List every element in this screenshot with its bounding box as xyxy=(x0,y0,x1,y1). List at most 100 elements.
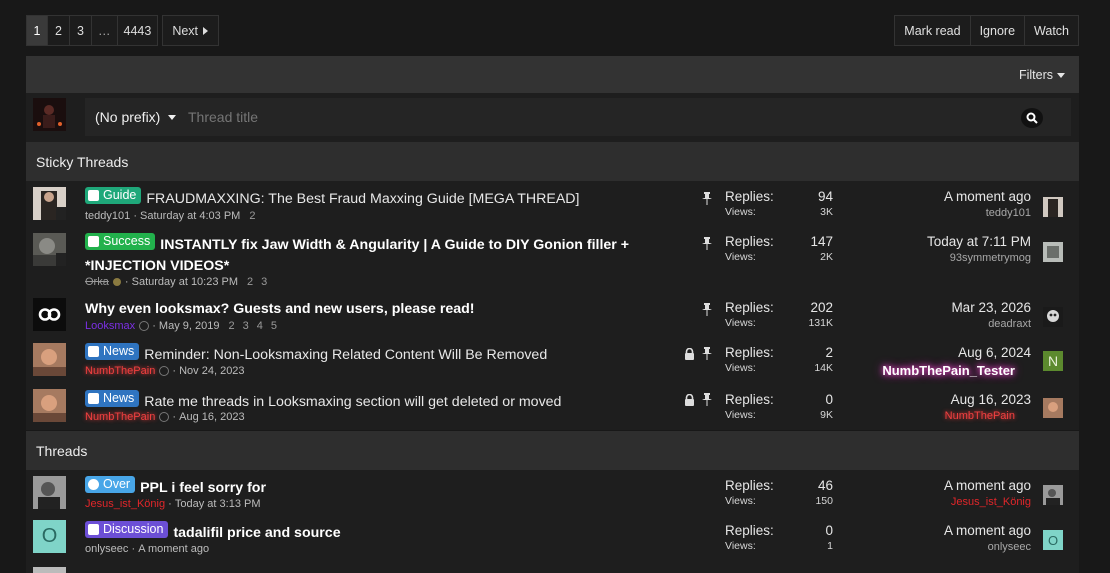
chat-icon xyxy=(88,524,99,535)
author-avatar[interactable] xyxy=(33,298,66,331)
mark-read-button[interactable]: Mark read xyxy=(894,15,971,46)
last-post-user[interactable]: 93symmetrymog xyxy=(927,252,1031,264)
last-post-user[interactable]: NumbThePain xyxy=(945,410,1015,422)
author-link[interactable]: NumbThePain xyxy=(85,411,155,423)
next-page-button[interactable]: Next xyxy=(162,15,220,46)
page-2-button[interactable]: 2 xyxy=(48,15,70,46)
thread-date[interactable]: Today at 3:13 PM xyxy=(175,498,261,510)
last-post-user[interactable]: Jesus_ist_König xyxy=(944,496,1031,508)
page-link[interactable]: 4 xyxy=(257,320,263,332)
page-3-button[interactable]: 3 xyxy=(70,15,92,46)
watch-button[interactable]: Watch xyxy=(1025,15,1079,46)
author-link[interactable]: teddy101 xyxy=(85,210,130,222)
author-avatar[interactable] xyxy=(33,567,66,573)
replies-count: 0 xyxy=(825,392,833,407)
success-badge[interactable]: Success xyxy=(85,233,156,250)
views-count: 3K xyxy=(820,206,833,218)
page-link[interactable]: 2 xyxy=(247,276,253,288)
views-count: 9K xyxy=(820,409,833,421)
last-post-time[interactable]: Today at 7:11 PM xyxy=(927,234,1031,249)
thread-date[interactable]: May 9, 2019 xyxy=(159,320,220,332)
last-poster-avatar[interactable]: O xyxy=(1043,530,1063,550)
last-post-user[interactable]: teddy101 xyxy=(944,207,1031,219)
author-avatar[interactable] xyxy=(33,187,66,220)
thread-stats: Replies: 202 Views: 131K xyxy=(725,300,833,329)
author-link[interactable]: Looksmax xyxy=(85,320,135,332)
last-post-user[interactable]: onlyseec xyxy=(944,541,1031,553)
user-badge-icon xyxy=(112,278,121,286)
author-avatar[interactable] xyxy=(33,233,66,266)
views-label: Views: xyxy=(725,495,756,507)
thread-title-link[interactable]: News Rate me threads in Looksmaxing secti… xyxy=(85,390,655,413)
last-post-user[interactable]: NumbThePain_Tester xyxy=(882,363,1015,378)
page-ellipsis[interactable]: … xyxy=(92,15,118,46)
author-link[interactable]: onlyseec xyxy=(85,543,128,555)
last-post-time[interactable]: A moment ago xyxy=(944,523,1031,538)
author-avatar[interactable] xyxy=(33,389,66,422)
page-link[interactable]: 3 xyxy=(261,276,267,288)
caret-right-icon xyxy=(203,26,209,35)
last-poster-avatar[interactable] xyxy=(1043,197,1063,217)
page-link[interactable]: 5 xyxy=(271,320,277,332)
page-link[interactable]: 3 xyxy=(243,320,249,332)
last-post-time[interactable]: Aug 16, 2023 xyxy=(945,392,1031,407)
author-avatar[interactable]: O xyxy=(33,520,66,553)
search-button[interactable] xyxy=(1021,108,1043,128)
thread-date[interactable]: Nov 24, 2023 xyxy=(179,365,244,377)
last-poster-avatar[interactable] xyxy=(1043,485,1063,505)
thread-title-link[interactable]: Over PPL i feel sorry for xyxy=(85,476,655,499)
news-badge[interactable]: News xyxy=(85,343,140,360)
page-link[interactable]: 2 xyxy=(228,320,234,332)
over-badge[interactable]: Over xyxy=(85,476,136,493)
thumbs-up-icon xyxy=(88,236,99,247)
filters-label: Filters xyxy=(1018,67,1053,82)
page-link[interactable]: 2 xyxy=(249,210,255,222)
page-1-button[interactable]: 1 xyxy=(26,15,48,46)
ignore-button[interactable]: Ignore xyxy=(970,15,1026,46)
thread-stats: Replies: 46 Views: 150 xyxy=(725,478,833,507)
prefix-dropdown[interactable]: (No prefix) xyxy=(85,109,187,125)
pin-icon xyxy=(702,192,712,205)
author-avatar[interactable] xyxy=(33,476,66,509)
last-poster-avatar[interactable] xyxy=(1043,307,1063,327)
last-poster-avatar[interactable]: N xyxy=(1043,351,1063,371)
last-poster-avatar[interactable] xyxy=(1043,242,1063,262)
last-post-time[interactable]: A moment ago xyxy=(944,189,1031,204)
author-link[interactable]: Orka xyxy=(85,276,109,288)
last-post-time[interactable]: Mar 23, 2026 xyxy=(951,300,1031,315)
prefix-label: (No prefix) xyxy=(95,109,161,125)
author-avatar[interactable] xyxy=(33,343,66,376)
last-poster-avatar[interactable] xyxy=(1043,398,1063,418)
author-link[interactable]: NumbThePain xyxy=(85,365,155,377)
page-last-button[interactable]: 4443 xyxy=(117,15,159,46)
thread-date[interactable]: A moment ago xyxy=(138,543,209,555)
thread-date[interactable]: Saturday at 10:23 PM xyxy=(132,276,238,288)
threads-header: Threads xyxy=(26,431,1079,470)
filter-bar: Filters xyxy=(26,56,1079,93)
thread-row: Guide FRAUDMAXXING: The Best Fraud Maxxin… xyxy=(26,181,1079,227)
news-badge[interactable]: News xyxy=(85,390,140,407)
thread-title-link[interactable]: Success INSTANTLY fix Jaw Width & Angular… xyxy=(85,233,655,277)
guide-badge[interactable]: Guide xyxy=(85,187,142,204)
thread-date[interactable]: Saturday at 4:03 PM xyxy=(140,210,240,222)
thread-row: News Reminder: Non-Looksmaxing Related Co… xyxy=(26,338,1079,384)
thread-title-input[interactable] xyxy=(188,109,968,125)
thread-meta: NumbThePain · Aug 16, 2023 xyxy=(85,411,245,423)
last-post-user[interactable]: deadraxt xyxy=(951,318,1031,330)
thread-row xyxy=(26,561,1079,573)
discussion-badge[interactable]: Discussion xyxy=(85,521,169,538)
thread-stats: Replies: 2 Views: 14K xyxy=(725,345,833,374)
thread-stats: Replies: 0 Views: 9K xyxy=(725,392,833,421)
filters-button[interactable]: Filters xyxy=(1019,68,1065,82)
thread-title-link[interactable]: Why even looksmax? Guests and new users,… xyxy=(85,299,655,320)
thread-title-link[interactable]: News Reminder: Non-Looksmaxing Related Co… xyxy=(85,343,655,366)
last-post-time[interactable]: Aug 6, 2024 xyxy=(882,345,1031,360)
thread-title-link[interactable]: Discussion tadalifil price and source xyxy=(85,521,655,544)
pin-icon xyxy=(702,393,712,406)
author-link[interactable]: Jesus_ist_König xyxy=(85,498,165,510)
last-post: Aug 6, 2024 NumbThePain_Tester xyxy=(882,345,1031,378)
last-post-time[interactable]: A moment ago xyxy=(944,478,1031,493)
replies-label: Replies: xyxy=(725,189,774,204)
thread-title-link[interactable]: Guide FRAUDMAXXING: The Best Fraud Maxxin… xyxy=(85,187,655,210)
thread-date[interactable]: Aug 16, 2023 xyxy=(179,411,244,423)
